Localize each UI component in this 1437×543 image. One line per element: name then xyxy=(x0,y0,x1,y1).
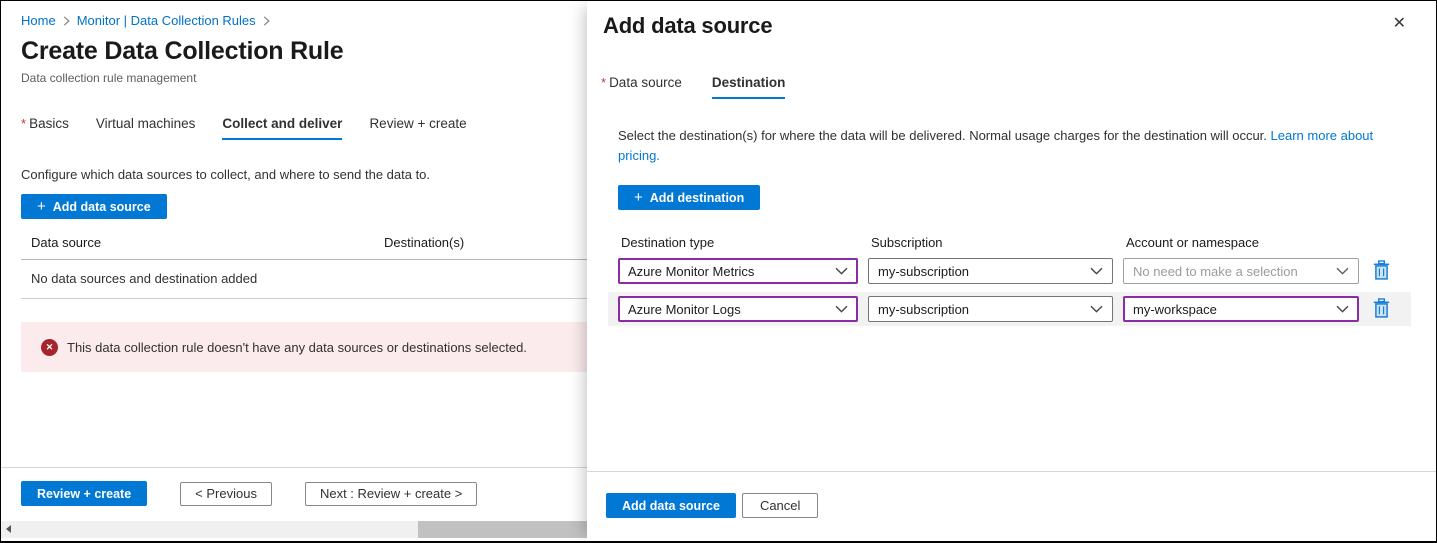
selected-value: my-subscription xyxy=(878,302,969,317)
button-label: Next : Review + create > xyxy=(320,486,462,501)
panel-add-data-source-button[interactable]: Add data source xyxy=(606,493,736,518)
destination-row: Azure Monitor Logs my-subscription my-wo… xyxy=(608,292,1411,326)
create-dcr-page: Home Monitor | Data Collection Rules Cre… xyxy=(1,1,587,541)
required-indicator: * xyxy=(21,116,26,131)
destination-row: Azure Monitor Metrics my-subscription No… xyxy=(608,254,1411,288)
tab-review-create[interactable]: Review + create xyxy=(369,116,466,140)
button-label: Cancel xyxy=(760,498,800,513)
subscription-select[interactable]: my-subscription xyxy=(868,258,1113,284)
chevron-down-icon xyxy=(1090,305,1103,313)
add-destination-button[interactable]: + Add destination xyxy=(618,185,760,210)
tab-label: Review + create xyxy=(369,116,466,131)
scrollbar-thumb[interactable] xyxy=(418,521,587,538)
plus-icon: + xyxy=(37,199,46,214)
panel-title: Add data source xyxy=(587,1,1436,39)
error-message: This data collection rule doesn't have a… xyxy=(67,340,527,355)
configure-description: Configure which data sources to collect,… xyxy=(21,167,587,182)
horizontal-scrollbar[interactable] xyxy=(1,521,587,538)
scroll-left-arrow-icon[interactable] xyxy=(6,525,11,533)
chevron-down-icon xyxy=(835,305,848,313)
wizard-footer: Review + create < Previous Next : Review… xyxy=(21,481,477,506)
plus-icon: + xyxy=(634,190,643,205)
add-data-source-button[interactable]: + Add data source xyxy=(21,194,167,219)
left-content: Home Monitor | Data Collection Rules Cre… xyxy=(1,1,587,372)
breadcrumb: Home Monitor | Data Collection Rules xyxy=(21,13,587,28)
description-text: Select the destination(s) for where the … xyxy=(618,128,1267,143)
error-icon: ✕ xyxy=(41,339,58,356)
delete-row-button[interactable] xyxy=(1369,259,1393,284)
error-banner: ✕ This data collection rule doesn't have… xyxy=(21,322,587,372)
button-label: Add data source xyxy=(53,200,151,214)
panel-footer-divider xyxy=(587,471,1436,472)
breadcrumb-home-link[interactable]: Home xyxy=(21,13,56,28)
button-label: Add data source xyxy=(622,499,720,513)
app-window: Home Monitor | Data Collection Rules Cre… xyxy=(0,0,1437,543)
selected-value: No need to make a selection xyxy=(1133,264,1298,279)
destination-type-select[interactable]: Azure Monitor Logs xyxy=(618,296,858,322)
delete-row-button[interactable] xyxy=(1369,297,1393,322)
data-sources-table: Data source Destination(s) No data sourc… xyxy=(21,230,587,299)
tab-label: Destination xyxy=(712,75,786,90)
button-label: Add destination xyxy=(650,191,744,205)
button-label: < Previous xyxy=(195,486,257,501)
panel-description: Select the destination(s) for where the … xyxy=(587,126,1387,166)
breadcrumb-monitor-link[interactable]: Monitor | Data Collection Rules xyxy=(77,13,256,28)
tab-collect-and-deliver[interactable]: Collect and deliver xyxy=(222,116,342,140)
chevron-down-icon xyxy=(1336,267,1349,275)
previous-button[interactable]: < Previous xyxy=(180,482,272,506)
required-indicator: * xyxy=(601,75,606,90)
subscription-select[interactable]: my-subscription xyxy=(868,296,1113,322)
tab-label: Virtual machines xyxy=(96,116,196,131)
trash-icon xyxy=(1373,298,1390,321)
account-namespace-select[interactable]: my-workspace xyxy=(1123,296,1359,322)
breadcrumb-chevron-icon xyxy=(63,16,70,26)
table-header-row: Data source Destination(s) xyxy=(21,230,587,260)
column-header-subscription: Subscription xyxy=(871,235,1116,250)
destination-type-select[interactable]: Azure Monitor Metrics xyxy=(618,258,858,284)
add-data-source-panel: Add data source ✕ *Data source Destinati… xyxy=(587,1,1436,541)
page-subtitle: Data collection rule management xyxy=(21,71,587,85)
chevron-down-icon xyxy=(1090,267,1103,275)
cancel-button[interactable]: Cancel xyxy=(742,493,818,518)
account-namespace-select: No need to make a selection xyxy=(1123,258,1359,284)
trash-icon xyxy=(1373,260,1390,283)
column-header-destinations: Destination(s) xyxy=(384,235,464,250)
panel-tabs: *Data source Destination xyxy=(587,75,1436,99)
tab-basics[interactable]: *Basics xyxy=(21,116,69,140)
page-title: Create Data Collection Rule xyxy=(21,37,587,66)
column-header-data-source: Data source xyxy=(31,235,384,250)
chevron-down-icon xyxy=(1336,305,1349,313)
column-header-account-namespace: Account or namespace xyxy=(1126,235,1362,250)
review-create-button[interactable]: Review + create xyxy=(21,481,147,506)
tab-destination[interactable]: Destination xyxy=(712,75,786,99)
chevron-down-icon xyxy=(835,267,848,275)
breadcrumb-chevron-icon xyxy=(263,16,270,26)
selected-value: Azure Monitor Logs xyxy=(628,302,741,317)
tab-virtual-machines[interactable]: Virtual machines xyxy=(96,116,196,140)
next-button[interactable]: Next : Review + create > xyxy=(305,482,477,506)
button-label: Review + create xyxy=(37,487,131,501)
tab-label: Collect and deliver xyxy=(222,116,342,131)
selected-value: my-workspace xyxy=(1133,302,1217,317)
column-header-destination-type: Destination type xyxy=(621,235,861,250)
footer-divider xyxy=(1,467,587,468)
wizard-tabs: *Basics Virtual machines Collect and del… xyxy=(21,116,587,140)
tab-label: Data source xyxy=(609,75,682,90)
close-icon[interactable]: ✕ xyxy=(1391,14,1408,34)
tab-label: Basics xyxy=(29,116,69,131)
tab-data-source[interactable]: *Data source xyxy=(601,75,682,99)
table-empty-message: No data sources and destination added xyxy=(21,260,587,299)
selected-value: Azure Monitor Metrics xyxy=(628,264,754,279)
selected-value: my-subscription xyxy=(878,264,969,279)
destination-grid-header: Destination type Subscription Account or… xyxy=(587,235,1436,250)
panel-footer: Add data source Cancel xyxy=(606,493,818,518)
